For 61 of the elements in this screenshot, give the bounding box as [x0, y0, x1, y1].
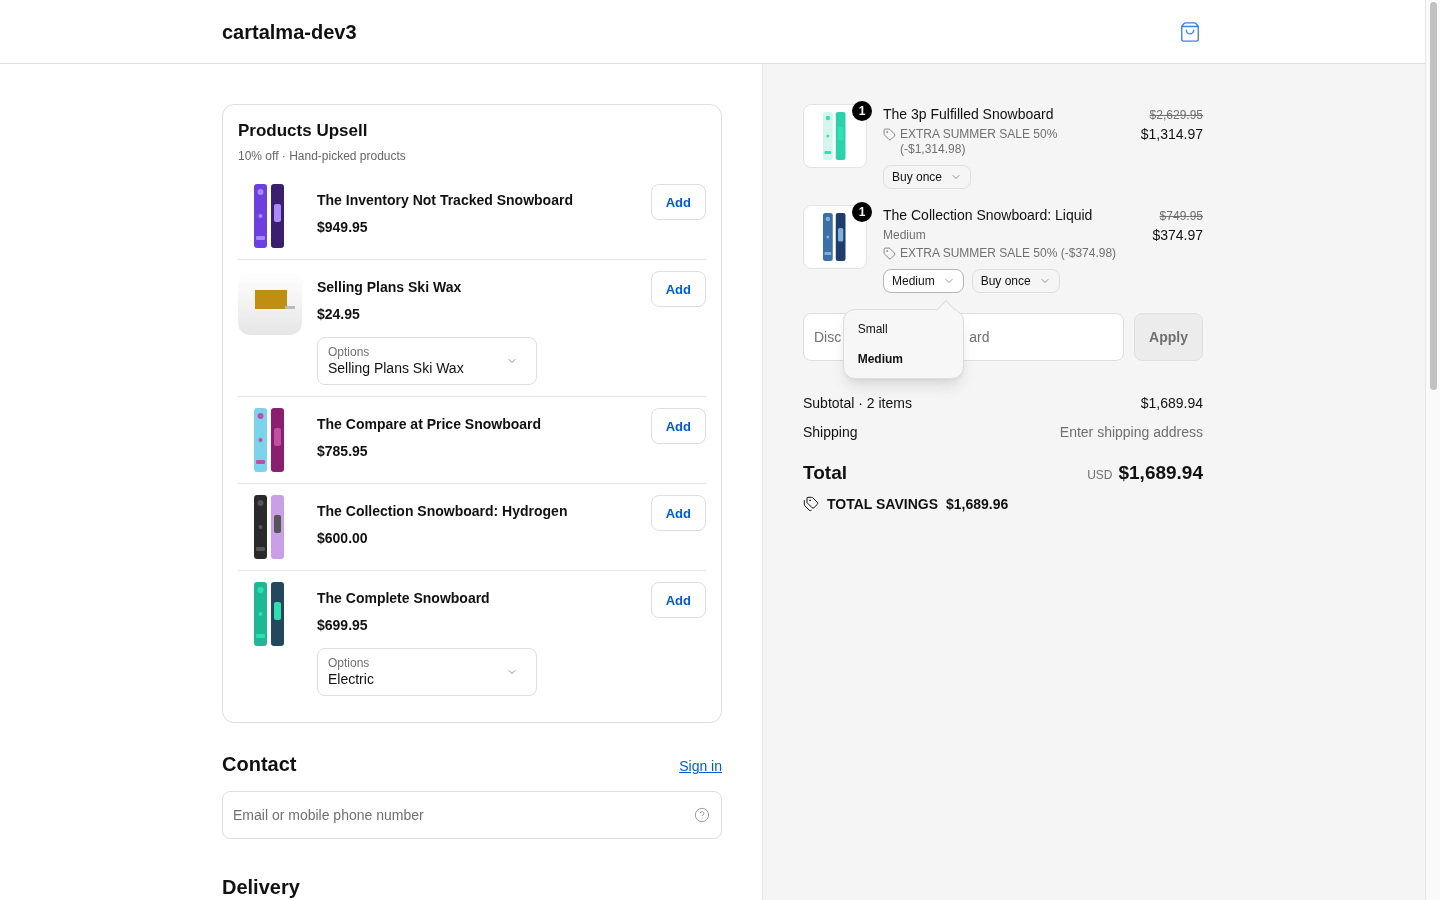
section-title: Delivery: [222, 875, 301, 900]
product-name: The Compare at Price Snowboard: [317, 415, 543, 435]
summary-label: Subtotal · 2 items: [803, 394, 912, 413]
savings-amount: $1,689.96: [946, 494, 1009, 514]
bag-icon[interactable]: [1179, 20, 1201, 43]
summary-label: Shipping: [803, 423, 858, 442]
placeholder-text: Disc: [814, 327, 842, 347]
compare-price: $2,629.95: [1149, 107, 1203, 124]
product-price: $699.95: [317, 616, 369, 636]
currency-code: USD: [1087, 467, 1113, 484]
email-field[interactable]: Email or mobile phone number: [222, 791, 722, 840]
product-name: Selling Plans Ski Wax: [317, 278, 463, 298]
discount-label: EXTRA SUMMER SALE 50% (-$1,314.98): [900, 127, 1059, 157]
add-button[interactable]: Add: [650, 495, 706, 532]
product-price: $785.95: [317, 442, 369, 462]
help-icon[interactable]: [694, 807, 710, 824]
total-amount: $1,689.94: [1118, 461, 1203, 485]
quantity-badge: 1: [852, 202, 872, 222]
item-price: $1,314.97: [1140, 125, 1203, 144]
add-button[interactable]: Add: [650, 184, 706, 221]
product-name: The Collection Snowboard: Hydrogen: [317, 502, 569, 522]
summary-value: $1,689.94: [1140, 394, 1203, 413]
compare-price: $749.95: [1159, 208, 1203, 225]
select-value: Electric: [328, 671, 374, 689]
tag-icon: [883, 128, 896, 141]
dropdown-select[interactable]: Buy once: [971, 269, 1060, 293]
savings-label: TOTAL SAVINGS: [827, 494, 938, 514]
item-variant: Medium: [883, 227, 927, 244]
select-label: Options: [328, 345, 371, 360]
select-value: Selling Plans Ski Wax: [328, 360, 464, 378]
product-name: The Inventory Not Tracked Snowboard: [317, 191, 574, 211]
store-name[interactable]: cartalma-dev3: [222, 16, 357, 47]
add-button[interactable]: Add: [650, 271, 706, 308]
sign-in-link[interactable]: Sign in: [679, 756, 722, 778]
item-name: The 3p Fulfilled Snowboard: [883, 105, 1055, 124]
tags-icon: [803, 496, 819, 512]
item-price: $374.97: [1152, 226, 1203, 245]
options-select[interactable]: Options Selling Plans Ski Wax: [317, 337, 537, 386]
quantity-badge: 1: [852, 101, 872, 121]
scrollbar-thumb[interactable]: [1429, 2, 1437, 390]
dropdown-select[interactable]: Buy once: [883, 165, 972, 189]
menu-item[interactable]: Small: [843, 314, 963, 344]
product-name: The Complete Snowboard: [317, 589, 491, 609]
total-label: Total: [803, 461, 847, 485]
select-label: Options: [328, 656, 371, 671]
section-title: Contact: [222, 752, 297, 778]
discount-label: EXTRA SUMMER SALE 50% (-$374.98): [900, 246, 1117, 261]
product-price: $600.00: [317, 529, 369, 549]
apply-button[interactable]: Apply: [1134, 313, 1203, 361]
subtitle: 10% off · Hand-picked products: [238, 148, 407, 166]
product-price: $949.95: [317, 218, 369, 238]
item-name: The Collection Snowboard: Liquid: [883, 206, 1094, 225]
placeholder-text: ard: [969, 327, 990, 347]
dropdown-select[interactable]: Medium: [883, 269, 964, 293]
section-title: Products Upsell: [238, 120, 369, 142]
tag-icon: [883, 247, 896, 260]
options-select[interactable]: Options Electric: [317, 648, 537, 697]
product-price: $24.95: [317, 305, 361, 325]
summary-value: Enter shipping address: [1059, 423, 1203, 442]
add-button[interactable]: Add: [650, 582, 706, 619]
add-button[interactable]: Add: [650, 408, 706, 445]
